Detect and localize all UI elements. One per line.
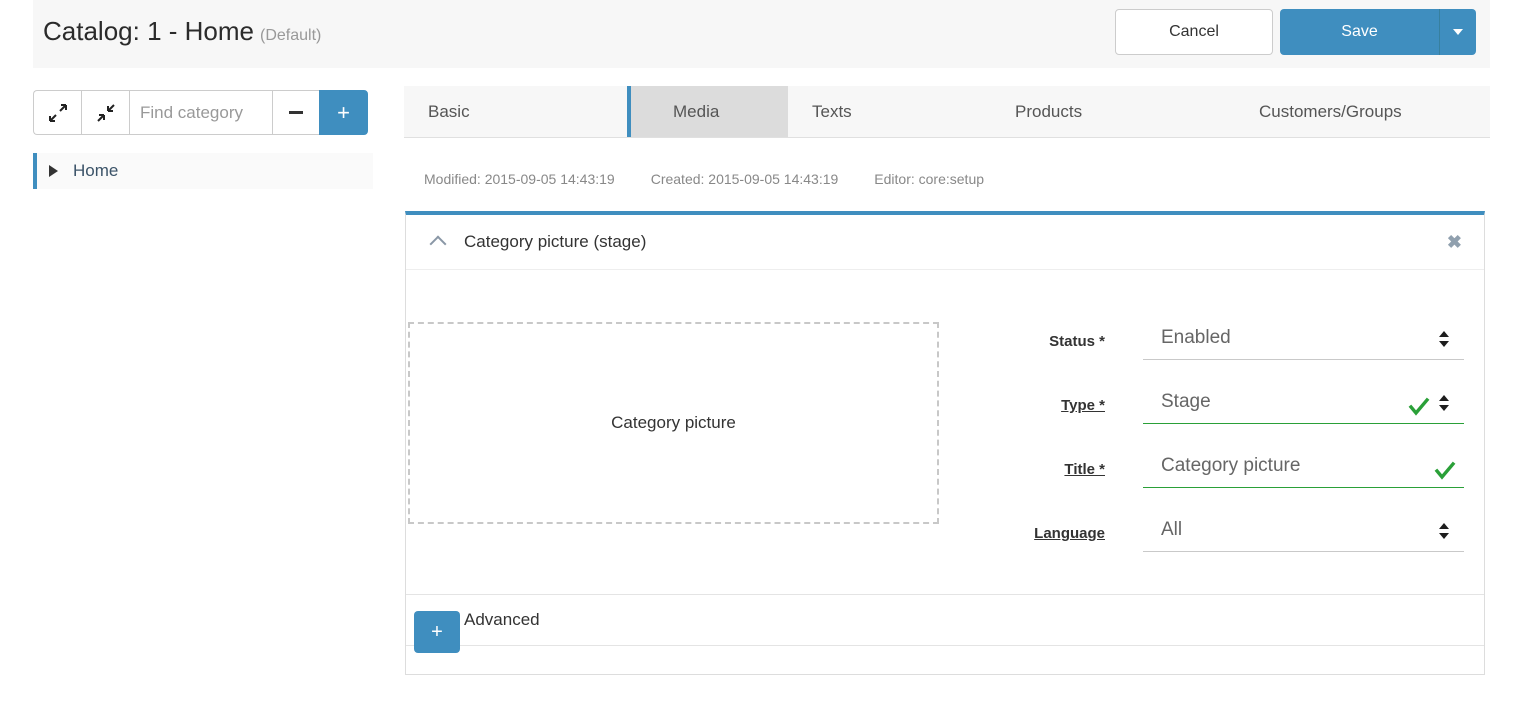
title-label: Title * bbox=[1064, 461, 1105, 478]
collapse-arrows-icon bbox=[96, 103, 115, 122]
tree-item-home[interactable]: Home bbox=[33, 153, 373, 189]
language-label: Language bbox=[1034, 525, 1105, 542]
type-label: Type * bbox=[1061, 397, 1105, 414]
expand-all-button[interactable] bbox=[33, 90, 81, 135]
category-sidebar: + Home bbox=[33, 90, 373, 189]
advanced-section-toggle[interactable]: Advanced bbox=[406, 594, 1484, 646]
save-button[interactable]: Save bbox=[1280, 9, 1439, 55]
tab-texts[interactable]: Texts bbox=[788, 86, 991, 137]
status-label: Status * bbox=[1049, 333, 1105, 350]
tab-customers-groups[interactable]: Customers/Groups bbox=[1235, 86, 1490, 137]
media-field-list: Status * Enabled Type * Stage Title * Ca… bbox=[1017, 284, 1464, 576]
status-select[interactable]: Enabled bbox=[1143, 320, 1464, 360]
tab-media[interactable]: Media bbox=[627, 86, 788, 137]
chevron-down-icon bbox=[1453, 29, 1463, 35]
search-input[interactable] bbox=[129, 90, 272, 135]
collapse-all-button[interactable] bbox=[81, 90, 129, 135]
title-input[interactable] bbox=[1143, 448, 1464, 488]
add-category-button[interactable]: + bbox=[319, 90, 368, 135]
metadata-created: Created: 2015-09-05 14:43:19 bbox=[650, 171, 839, 187]
cancel-button[interactable]: Cancel bbox=[1115, 9, 1273, 55]
type-select[interactable]: Stage bbox=[1143, 384, 1464, 424]
category-tree: Home bbox=[33, 153, 373, 189]
media-block-footer bbox=[406, 646, 1484, 674]
title-input-wrapper bbox=[1143, 448, 1464, 488]
save-button-group: Save bbox=[1280, 9, 1476, 55]
close-icon[interactable]: ✖ bbox=[1447, 233, 1462, 251]
media-block-header: Category picture (stage) ✖ bbox=[406, 215, 1484, 270]
add-media-block-button[interactable]: + bbox=[414, 611, 460, 653]
language-select-wrapper: All bbox=[1143, 512, 1464, 552]
media-block-panel: Category picture (stage) ✖ Category pict… bbox=[405, 211, 1485, 675]
tab-basic[interactable]: Basic bbox=[404, 86, 627, 137]
record-metadata: Modified: 2015-09-05 14:43:19 Created: 2… bbox=[424, 171, 984, 187]
page-title-text: Catalog: 1 - Home bbox=[43, 16, 254, 46]
status-select-wrapper: Enabled bbox=[1143, 320, 1464, 360]
field-row-title: Title * bbox=[1017, 448, 1464, 488]
expand-arrows-icon bbox=[48, 103, 67, 122]
page-title-default-tag: (Default) bbox=[259, 27, 322, 44]
media-block-title: Category picture (stage) bbox=[464, 232, 647, 251]
field-row-type: Type * Stage bbox=[1017, 384, 1464, 424]
metadata-modified: Modified: 2015-09-05 14:43:19 bbox=[424, 171, 615, 187]
field-row-status: Status * Enabled bbox=[1017, 320, 1464, 360]
chevron-up-icon[interactable] bbox=[430, 234, 446, 250]
minus-icon bbox=[289, 111, 303, 114]
tab-products[interactable]: Products bbox=[991, 86, 1235, 137]
type-select-wrapper: Stage bbox=[1143, 384, 1464, 424]
page-header: Catalog: 1 - Home (Default) Cancel Save bbox=[33, 0, 1490, 68]
category-tree-toolbar: + bbox=[33, 90, 373, 135]
image-dropzone[interactable]: Category picture bbox=[408, 322, 939, 524]
header-actions: Cancel Save bbox=[1115, 9, 1476, 55]
remove-category-button[interactable] bbox=[272, 90, 319, 135]
field-row-language: Language All bbox=[1017, 512, 1464, 552]
language-select[interactable]: All bbox=[1143, 512, 1464, 552]
advanced-label: Advanced bbox=[464, 610, 540, 629]
image-dropzone-label: Category picture bbox=[611, 413, 736, 432]
triangle-right-icon[interactable] bbox=[49, 165, 58, 177]
media-block-body: Category picture Status * Enabled Type *… bbox=[406, 270, 1484, 594]
page-title: Catalog: 1 - Home (Default) bbox=[43, 16, 321, 47]
tree-item-label: Home bbox=[73, 161, 119, 180]
content-tabs: Basic Media Texts Products Customers/Gro… bbox=[404, 86, 1490, 138]
save-dropdown-toggle[interactable] bbox=[1439, 9, 1476, 55]
metadata-editor: Editor: core:setup bbox=[874, 171, 985, 187]
